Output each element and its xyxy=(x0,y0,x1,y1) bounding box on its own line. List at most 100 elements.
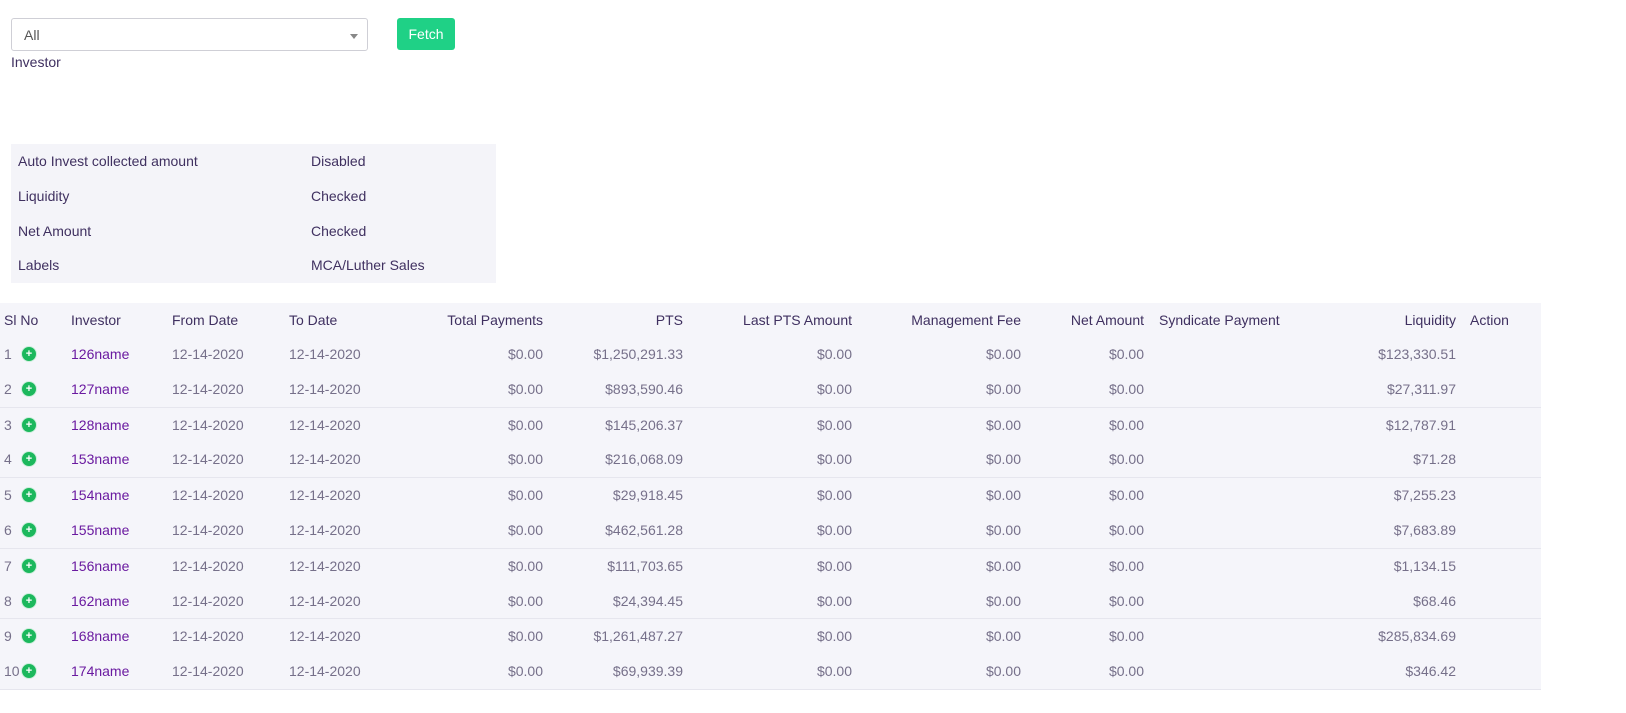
sl-no-cell: 8 xyxy=(4,592,12,609)
last-pts-amount-cell: $0.00 xyxy=(816,451,852,468)
investor-link[interactable]: 126name xyxy=(71,346,129,362)
sl-no-cell: 2 xyxy=(4,380,12,397)
to-date-cell: 12-14-2020 xyxy=(289,346,361,362)
plus-circle-icon[interactable]: + xyxy=(21,487,37,504)
total-payments-cell: $0.00 xyxy=(507,557,543,574)
header-to-date[interactable]: To Date xyxy=(289,312,337,328)
management-fee-cell: $0.00 xyxy=(985,416,1021,433)
to-date-cell: 12-14-2020 xyxy=(289,521,361,538)
liquidity-cell: $7,255.23 xyxy=(1393,487,1456,504)
net-amount-cell: $0.00 xyxy=(1108,663,1144,680)
liquidity-cell: $346.42 xyxy=(1405,663,1456,680)
plus-circle-icon[interactable]: + xyxy=(21,557,37,574)
to-date-cell: 12-14-2020 xyxy=(289,487,361,504)
plus-circle-icon[interactable]: + xyxy=(21,521,37,538)
investor-link[interactable]: 174name xyxy=(71,663,129,679)
management-fee-cell: $0.00 xyxy=(985,380,1021,397)
investor-link[interactable]: 162name xyxy=(71,593,129,609)
total-payments-cell: $0.00 xyxy=(507,380,543,397)
investor-link[interactable]: 153name xyxy=(71,451,129,467)
pts-cell: $69,939.39 xyxy=(612,663,683,680)
investor-link[interactable]: 128name xyxy=(71,417,129,433)
plus-circle-icon[interactable]: + xyxy=(21,628,37,645)
investor-link[interactable]: 168name xyxy=(71,628,129,644)
header-total-payments[interactable]: Total Payments xyxy=(447,312,543,328)
total-payments-cell: $0.00 xyxy=(507,628,543,645)
from-date-cell: 12-14-2020 xyxy=(172,346,244,362)
total-payments-cell: $0.00 xyxy=(507,346,543,362)
header-from-date[interactable]: From Date xyxy=(172,312,238,328)
net-amount-cell: $0.00 xyxy=(1108,451,1144,468)
pts-cell: $462,561.28 xyxy=(605,521,683,538)
header-investor[interactable]: Investor xyxy=(71,312,121,328)
investor-link[interactable]: 155name xyxy=(71,522,129,538)
pts-cell: $24,394.45 xyxy=(612,592,683,609)
table-row: 7 +156name 12-14-2020 12-14-2020 $0.00 $111,7… xyxy=(0,549,1541,584)
summary-value: Checked xyxy=(311,188,367,204)
investor-link[interactable]: 127name xyxy=(71,381,129,397)
plus-circle-icon[interactable]: + xyxy=(21,592,37,609)
from-date-cell: 12-14-2020 xyxy=(172,416,244,433)
from-date-cell: 12-14-2020 xyxy=(172,487,244,504)
liquidity-cell: $71.28 xyxy=(1413,451,1456,468)
net-amount-cell: $0.00 xyxy=(1108,380,1144,397)
last-pts-amount-cell: $0.00 xyxy=(816,663,852,680)
from-date-cell: 12-14-2020 xyxy=(172,557,244,574)
to-date-cell: 12-14-2020 xyxy=(289,380,361,397)
to-date-cell: 12-14-2020 xyxy=(289,628,361,645)
table-row: 10 +174name 12-14-2020 12-14-2020 $0.00 $69,9… xyxy=(0,654,1541,690)
from-date-cell: 12-14-2020 xyxy=(172,451,244,468)
summary-label: Labels xyxy=(18,257,60,273)
table-header: Sl No Investor From Date To Date Total P… xyxy=(0,303,1541,337)
pts-cell: $29,918.45 xyxy=(612,487,683,504)
header-pts[interactable]: PTS xyxy=(656,312,683,328)
header-management-fee[interactable]: Management Fee xyxy=(911,312,1021,328)
management-fee-cell: $0.00 xyxy=(985,663,1021,680)
investor-link[interactable]: 156name xyxy=(71,558,129,574)
to-date-cell: 12-14-2020 xyxy=(289,451,361,468)
management-fee-cell: $0.00 xyxy=(985,451,1021,468)
header-last-pts-amount[interactable]: Last PTS Amount xyxy=(743,312,852,328)
plus-circle-icon[interactable]: + xyxy=(21,416,37,433)
plus-circle-icon[interactable]: + xyxy=(21,380,37,397)
header-net-amount[interactable]: Net Amount xyxy=(1071,312,1144,328)
last-pts-amount-cell: $0.00 xyxy=(816,592,852,609)
table-row: 8 +162name 12-14-2020 12-14-2020 $0.00 $24,39… xyxy=(0,584,1541,620)
total-payments-cell: $0.00 xyxy=(507,487,543,504)
net-amount-cell: $0.00 xyxy=(1108,628,1144,645)
investor-link[interactable]: 154name xyxy=(71,487,129,503)
plus-circle-icon[interactable]: + xyxy=(21,663,37,680)
pts-cell: $145,206.37 xyxy=(605,416,683,433)
table-body: 1 +126name 12-14-2020 12-14-2020 $0.00 $1,250… xyxy=(0,337,1541,690)
summary-row: Liquidity Checked xyxy=(11,179,496,213)
summary-label: Liquidity xyxy=(18,188,70,204)
table-row: 4 +153name 12-14-2020 12-14-2020 $0.00 $216,0… xyxy=(0,442,1541,479)
table-row: 3 +128name 12-14-2020 12-14-2020 $0.00 $145,2… xyxy=(0,408,1541,443)
management-fee-cell: $0.00 xyxy=(985,557,1021,574)
header-syndicate-payment[interactable]: Syndicate Payment xyxy=(1159,312,1280,328)
management-fee-cell: $0.00 xyxy=(985,592,1021,609)
sl-no-cell: 6 xyxy=(4,521,12,538)
sl-no-cell: 4 xyxy=(4,451,12,468)
summary-value: MCA/Luther Sales xyxy=(311,257,425,273)
total-payments-cell: $0.00 xyxy=(507,451,543,468)
from-date-cell: 12-14-2020 xyxy=(172,663,244,680)
fetch-button[interactable]: Fetch xyxy=(397,18,455,50)
summary-row: Net Amount Checked xyxy=(11,214,496,248)
liquidity-cell: $123,330.51 xyxy=(1378,346,1456,362)
header-liquidity[interactable]: Liquidity xyxy=(1405,312,1456,328)
to-date-cell: 12-14-2020 xyxy=(289,416,361,433)
liquidity-cell: $27,311.97 xyxy=(1386,380,1456,397)
sl-no-cell: 10 xyxy=(4,663,20,680)
last-pts-amount-cell: $0.00 xyxy=(816,628,852,645)
from-date-cell: 12-14-2020 xyxy=(172,592,244,609)
from-date-cell: 12-14-2020 xyxy=(172,380,244,397)
last-pts-amount-cell: $0.00 xyxy=(816,557,852,574)
last-pts-amount-cell: $0.00 xyxy=(816,487,852,504)
sl-no-cell: 5 xyxy=(4,487,12,504)
plus-circle-icon[interactable]: + xyxy=(21,451,37,468)
header-sl-no[interactable]: Sl No xyxy=(4,312,38,328)
investor-select[interactable]: All xyxy=(11,18,368,51)
plus-circle-icon[interactable]: + xyxy=(21,346,37,362)
summary-box: Auto Invest collected amount Disabled Li… xyxy=(11,144,496,283)
